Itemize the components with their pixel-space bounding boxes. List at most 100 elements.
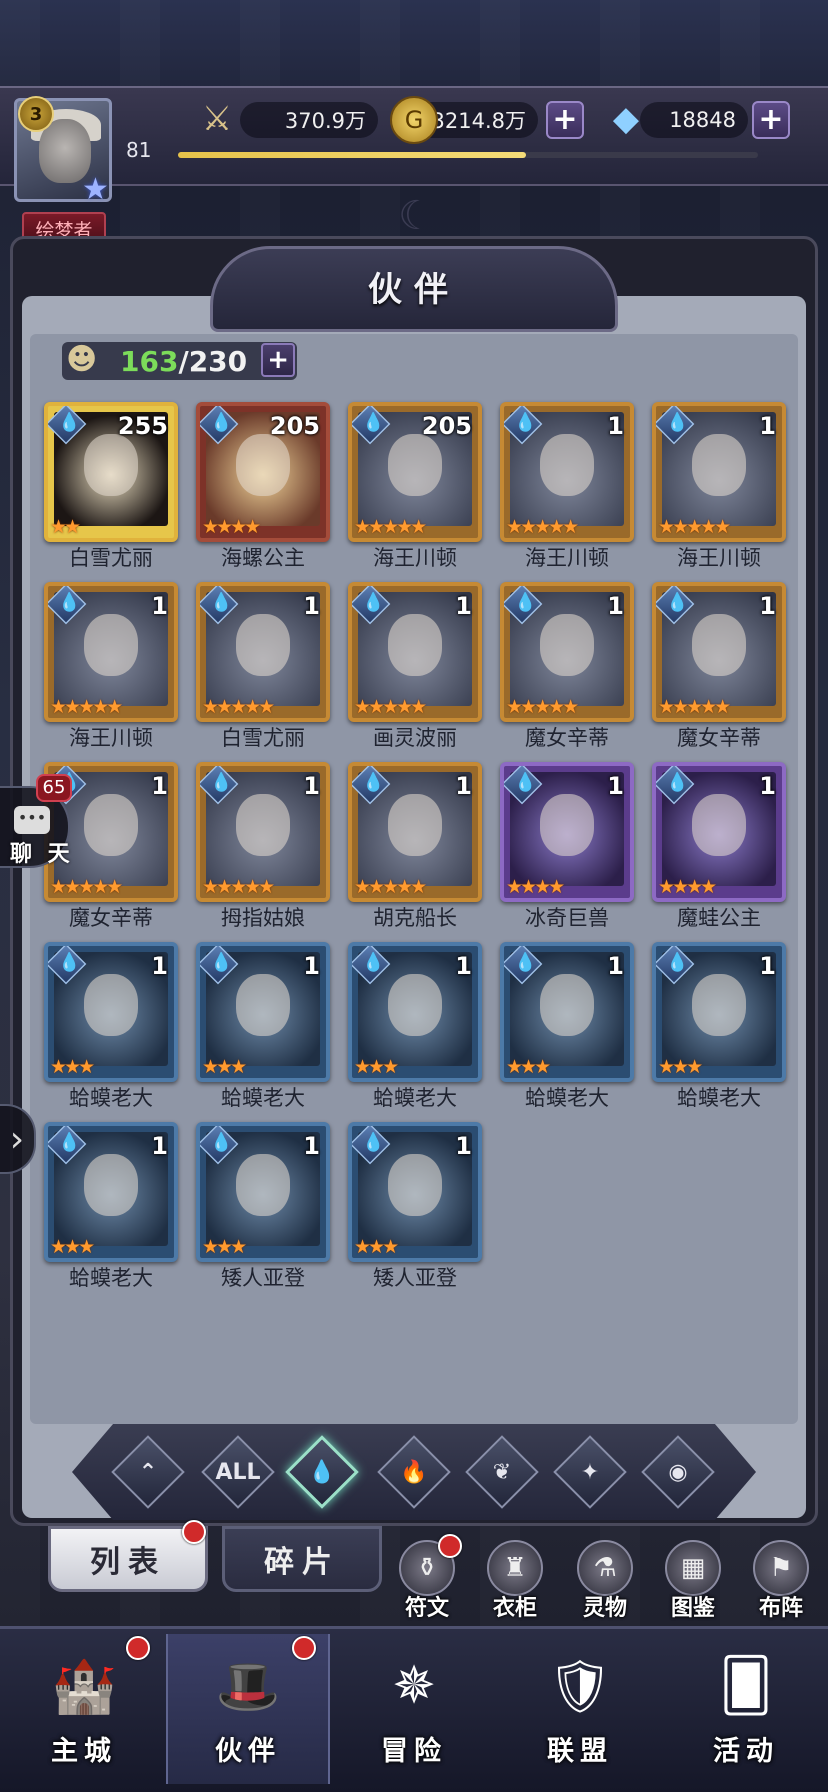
hero-card[interactable]: 💧 255 ★★ [44, 402, 178, 542]
hero-star-rating: ★★★ [506, 1056, 551, 1078]
nav-label: 联盟 [547, 1736, 613, 1767]
hero-star-rating: ★★★ [202, 1236, 247, 1258]
water-drop-icon: 💧 [514, 592, 537, 613]
hero-level: 1 [759, 412, 776, 440]
hero-level: 1 [607, 952, 624, 980]
nav-compass[interactable]: ✵ 冒险 [332, 1634, 496, 1784]
nav-cards[interactable]: 🂠 活动 [664, 1634, 828, 1784]
hero-level: 1 [607, 592, 624, 620]
hero-star-rating: ★★★★★ [202, 876, 275, 898]
expand-capacity-button[interactable]: + [261, 343, 296, 377]
hero-card[interactable]: 💧 1 ★★★ [348, 942, 482, 1082]
shortcut-wardrobe[interactable]: ♜ 衣柜 [480, 1540, 550, 1622]
hero-portrait-figure [692, 974, 746, 1036]
hero-card[interactable]: 💧 205 ★★★★★ [348, 402, 482, 542]
shortcut-label: 图鉴 [670, 1596, 715, 1621]
hero-card[interactable]: 💧 1 ★★★★★ [500, 402, 634, 542]
water-drop-icon: 💧 [514, 772, 537, 793]
shortcut-codex[interactable]: ▦ 图鉴 [658, 1540, 728, 1622]
hero-level: 1 [759, 772, 776, 800]
dark-element-filter-button[interactable]: ◉ [641, 1435, 715, 1509]
hero-portrait-figure [388, 974, 442, 1036]
water-drop-icon: 💧 [58, 1132, 81, 1153]
hero-card[interactable]: 💧 1 ★★★★ [500, 762, 634, 902]
tab-fragments[interactable]: 碎片 [222, 1526, 382, 1592]
hero-level: 1 [151, 1132, 168, 1160]
hero-card[interactable]: 💧 1 ★★★ [348, 1122, 482, 1262]
tab-list-notification-dot [182, 1520, 206, 1544]
hero-card[interactable]: 💧 1 ★★★★★ [500, 582, 634, 722]
fire-element-filter-button[interactable]: 🔥 [377, 1435, 451, 1509]
hero-portrait-figure [84, 1154, 138, 1216]
hero-name: 蛤蟆老大 [525, 1086, 609, 1110]
hero-star-rating: ★★★★★ [354, 696, 427, 718]
xp-bar [178, 152, 758, 158]
water-drop-icon: 💧 [210, 592, 233, 613]
hero-card[interactable]: 💧 1 ★★★★★ [348, 582, 482, 722]
hero-star-rating: ★★★ [354, 1056, 399, 1078]
hero-card[interactable]: 💧 1 ★★★ [44, 942, 178, 1082]
hero-card[interactable]: 💧 1 ★★★★★ [44, 582, 178, 722]
hero-card[interactable]: 💧 1 ★★★★★ [348, 762, 482, 902]
partners-icon: ☻ [66, 342, 98, 377]
water-drop-icon: 💧 [210, 772, 233, 793]
hero-portrait-figure [236, 1154, 290, 1216]
water-drop-icon: 💧 [362, 412, 385, 433]
hero-name: 蛤蟆老大 [221, 1086, 305, 1110]
hero-card[interactable]: 💧 1 ★★★★★ [652, 402, 786, 542]
hero-card[interactable]: 💧 1 ★★★★★ [196, 762, 330, 902]
hero-name: 蛤蟆老大 [69, 1266, 153, 1290]
nav-label: 主城 [51, 1736, 117, 1767]
hero-card[interactable]: 💧 1 ★★★ [500, 942, 634, 1082]
gems-value: 18848 [640, 102, 748, 138]
hero-card[interactable]: 💧 1 ★★★ [44, 1122, 178, 1262]
water-element-filter-button[interactable]: 💧 [285, 1435, 359, 1509]
hero-card[interactable]: 💧 205 ★★★★ [196, 402, 330, 542]
shortcut-formation[interactable]: ⚑ 布阵 [746, 1540, 816, 1622]
hero-level: 1 [455, 772, 472, 800]
hero-card[interactable]: 💧 1 ★★★ [652, 942, 786, 1082]
add-gems-button[interactable]: + [752, 101, 790, 139]
capacity-separator: / [178, 344, 189, 378]
all-filter-filter-button[interactable]: ALL [201, 1435, 275, 1509]
nav-label: 伙伴 [215, 1736, 281, 1767]
hero-card[interactable]: 💧 1 ★★★ [196, 942, 330, 1082]
hero-card[interactable]: 💧 1 ★★★★★ [196, 582, 330, 722]
hero-portrait-figure [236, 974, 290, 1036]
hero-star-rating: ★★★★★ [354, 516, 427, 538]
hero-star-rating: ★★★★ [202, 516, 261, 538]
shortcut-spirit[interactable]: ⚗ 灵物 [570, 1540, 640, 1622]
water-drop-icon: 💧 [210, 1132, 233, 1153]
hero-level: 205 [421, 412, 472, 440]
hero-name: 矮人亚登 [373, 1266, 457, 1290]
hero-card[interactable]: 💧 1 ★★★ [196, 1122, 330, 1262]
wind-element-filter-button[interactable]: ⌃ [111, 1435, 185, 1509]
hero-star-rating: ★★★★★ [506, 516, 579, 538]
hero-portrait-figure [388, 1154, 442, 1216]
hero-star-rating: ★★★ [354, 1236, 399, 1258]
hero-card[interactable]: 💧 1 ★★★★ [652, 762, 786, 902]
hero-portrait-figure [388, 614, 442, 676]
water-drop-icon: 💧 [58, 952, 81, 973]
moon-ornament-icon: ☾ [398, 193, 434, 239]
star-rank-icon: ★ [82, 172, 109, 207]
nature-element-filter-button[interactable]: ❦ [465, 1435, 539, 1509]
shortcut-label: 布阵 [758, 1596, 803, 1621]
castle-icon: 🏰 [51, 1656, 117, 1717]
hero-level: 1 [303, 592, 320, 620]
shortcut-label: 衣柜 [492, 1596, 537, 1621]
hero-card[interactable]: 💧 1 ★★★★★ [652, 582, 786, 722]
hero-name: 拇指姑娘 [221, 906, 305, 930]
add-gold-button[interactable]: + [546, 101, 584, 139]
all-filter-icon: ALL [215, 1459, 261, 1485]
hero-level: 1 [607, 772, 624, 800]
chat-bubble-icon: ••• [14, 806, 50, 834]
nav-shield[interactable]: 🛡 联盟 [498, 1634, 662, 1784]
water-element-icon: 💧 [308, 1459, 336, 1485]
hero-portrait-figure [540, 614, 594, 676]
hero-level: 1 [455, 592, 472, 620]
water-drop-icon: 💧 [362, 772, 385, 793]
light-element-filter-button[interactable]: ✦ [553, 1435, 627, 1509]
hero-star-rating: ★★★★★ [50, 696, 123, 718]
hero-portrait-figure [236, 434, 290, 496]
